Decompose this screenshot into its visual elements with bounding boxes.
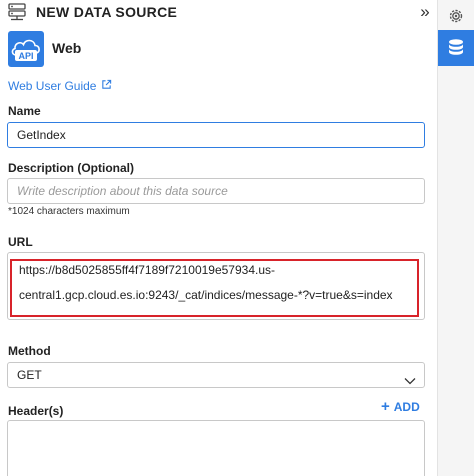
method-label: Method bbox=[8, 344, 51, 358]
name-input[interactable]: GetIndex bbox=[7, 122, 425, 148]
cloud-api-icon: API bbox=[8, 31, 44, 67]
add-header-label: ADD bbox=[393, 400, 420, 414]
plus-icon: + bbox=[381, 398, 390, 415]
gear-icon[interactable] bbox=[447, 7, 465, 25]
panel-header: NEW DATA SOURCE » bbox=[0, 0, 438, 26]
method-selected-value: GET bbox=[17, 368, 42, 382]
add-header-button[interactable]: + ADD bbox=[381, 398, 420, 415]
chevron-down-icon bbox=[404, 370, 416, 385]
description-input[interactable]: Write description about this data source bbox=[7, 178, 425, 204]
source-type-name: Web bbox=[52, 40, 82, 56]
right-tool-rail bbox=[438, 0, 474, 476]
data-source-panel: NEW DATA SOURCE » API Web Web User Guide… bbox=[0, 0, 438, 476]
web-user-guide-link[interactable]: Web User Guide bbox=[8, 79, 112, 93]
headers-list[interactable] bbox=[7, 420, 425, 476]
api-logo-text: API bbox=[18, 51, 33, 61]
headers-label: Header(s) bbox=[8, 404, 64, 418]
tab-data-sources[interactable] bbox=[438, 30, 474, 66]
panel-title: NEW DATA SOURCE bbox=[36, 4, 178, 20]
external-link-icon bbox=[101, 79, 112, 93]
url-text-line-1: https://b8d5025855ff4f7189f7210019e57934… bbox=[19, 263, 276, 277]
url-text-line-2: central1.gcp.cloud.es.io:9243/_cat/indic… bbox=[19, 288, 393, 302]
double-chevron-right-icon[interactable]: » bbox=[416, 2, 434, 22]
description-label: Description (Optional) bbox=[8, 161, 134, 175]
method-select[interactable]: GET bbox=[7, 362, 425, 388]
name-label: Name bbox=[8, 104, 41, 118]
database-icon bbox=[449, 39, 463, 55]
url-label: URL bbox=[8, 235, 33, 249]
data-source-icon bbox=[8, 3, 26, 21]
guide-link-label: Web User Guide bbox=[8, 79, 97, 93]
description-char-limit-hint: *1024 characters maximum bbox=[8, 206, 130, 217]
